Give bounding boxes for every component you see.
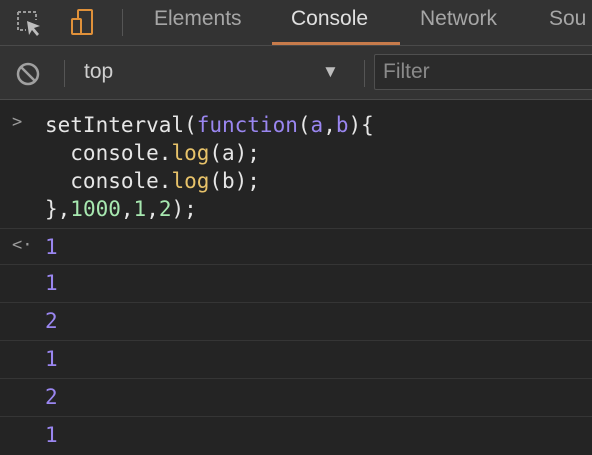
tab-console[interactable]: Console (291, 0, 368, 45)
result-value: 1 (45, 235, 58, 259)
console-output: > setInterval(function(a,b){ console.log… (0, 101, 592, 447)
code-line: console.log(a); (45, 141, 260, 165)
dropdown-caret-icon[interactable]: ▼ (322, 62, 339, 82)
code-line: console.log(b); (45, 169, 260, 193)
log-entry: 1 (0, 341, 592, 379)
log-value: 2 (45, 309, 58, 333)
context-selector[interactable]: top (84, 60, 113, 84)
tab-sources[interactable]: Sou (549, 0, 586, 45)
filter-input[interactable] (374, 54, 592, 90)
log-value: 1 (45, 271, 58, 295)
result-return-icon: <· (12, 235, 33, 255)
console-result-entry: <· 1 (0, 229, 592, 265)
code-line: setInterval(function(a,b){ (45, 113, 374, 137)
clear-console-icon[interactable] (11, 51, 45, 96)
log-value: 1 (45, 347, 58, 371)
log-value: 1 (45, 423, 58, 447)
console-input-entry: > setInterval(function(a,b){ console.log… (0, 101, 592, 229)
active-tab-indicator (272, 42, 400, 45)
input-prompt-icon: > (12, 112, 23, 132)
code-line: },1000,1,2); (45, 197, 197, 221)
tab-separator (122, 9, 123, 36)
tab-elements[interactable]: Elements (154, 0, 242, 45)
log-entry: 1 (0, 265, 592, 303)
console-toolbar: top ▼ (0, 46, 592, 100)
inspect-element-icon[interactable] (12, 0, 46, 45)
log-entry: 1 (0, 417, 592, 455)
devtools-tab-bar: Elements Console Network Sou (0, 0, 592, 46)
toolbar-separator (64, 60, 65, 87)
device-toolbar-icon[interactable] (66, 0, 100, 45)
toolbar-separator (364, 60, 365, 87)
log-value: 2 (45, 385, 58, 409)
tab-network[interactable]: Network (420, 0, 497, 45)
log-entry: 2 (0, 379, 592, 417)
log-entry: 2 (0, 303, 592, 341)
